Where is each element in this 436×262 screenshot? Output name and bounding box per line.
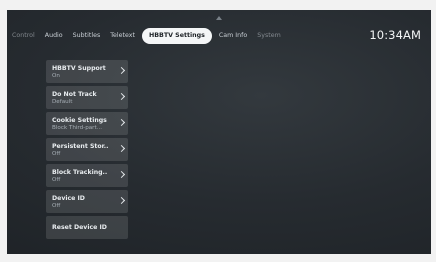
settings-tab-bar: Control Audio Subtitles Teletext HBBTV S… — [7, 27, 286, 45]
menu-item-title: Do Not Track — [52, 91, 97, 98]
tab-label: Control — [12, 32, 35, 39]
tab-label: Subtitles — [72, 32, 101, 39]
menu-item-title: Block Tracking.. — [52, 169, 108, 176]
chevron-right-icon — [117, 144, 126, 153]
chevron-right-icon — [117, 196, 126, 205]
tv-settings-screen: Control Audio Subtitles Teletext HBBTV S… — [7, 10, 431, 254]
hbbtv-settings-menu: HBBTV Support On Do Not Track Default Co… — [46, 60, 128, 239]
tab-hbbtv-settings[interactable]: HBBTV Settings — [141, 28, 212, 44]
scroll-up-caret-icon — [216, 16, 222, 20]
menu-item-device-id[interactable]: Device ID Off — [46, 190, 128, 213]
menu-item-cookie-settings[interactable]: Cookie Settings Block Third-part... — [46, 112, 128, 135]
chevron-right-icon — [117, 118, 126, 127]
tab-audio[interactable]: Audio — [40, 28, 68, 44]
menu-item-hbbtv-support[interactable]: HBBTV Support On — [46, 60, 128, 83]
menu-item-block-tracking[interactable]: Block Tracking.. Off — [46, 164, 128, 187]
menu-item-title: Device ID — [52, 195, 85, 202]
menu-item-value: Off — [52, 203, 61, 209]
menu-item-value: Off — [52, 151, 61, 157]
menu-item-value: Default — [52, 99, 73, 105]
tab-label: Audio — [44, 32, 63, 39]
menu-item-title: Persistent Stor.. — [52, 143, 109, 150]
tab-label: Cam Info — [218, 32, 248, 39]
tab-control[interactable]: Control — [7, 28, 40, 44]
menu-item-value: Off — [52, 177, 61, 183]
menu-item-value: On — [52, 73, 60, 79]
menu-item-value: Block Third-part... — [52, 125, 102, 131]
menu-item-title: HBBTV Support — [52, 65, 106, 72]
tab-label: HBBTV Settings — [148, 32, 205, 39]
tab-subtitles[interactable]: Subtitles — [68, 28, 106, 44]
chevron-right-icon — [117, 92, 126, 101]
menu-item-reset-device-id[interactable]: Reset Device ID — [46, 216, 128, 239]
tab-label: System — [257, 32, 281, 39]
tab-cam-info[interactable]: Cam Info — [214, 28, 252, 44]
tab-teletext[interactable]: Teletext — [105, 28, 140, 44]
menu-item-title: Reset Device ID — [52, 224, 107, 231]
tab-system[interactable]: System — [252, 28, 285, 44]
chevron-right-icon — [117, 170, 126, 179]
menu-item-persistent-storage[interactable]: Persistent Stor.. Off — [46, 138, 128, 161]
clock: 10:34AM — [369, 28, 421, 42]
menu-item-do-not-track[interactable]: Do Not Track Default — [46, 86, 128, 109]
chevron-right-icon — [117, 66, 126, 75]
menu-item-title: Cookie Settings — [52, 117, 107, 124]
tab-label: Teletext — [110, 32, 135, 39]
